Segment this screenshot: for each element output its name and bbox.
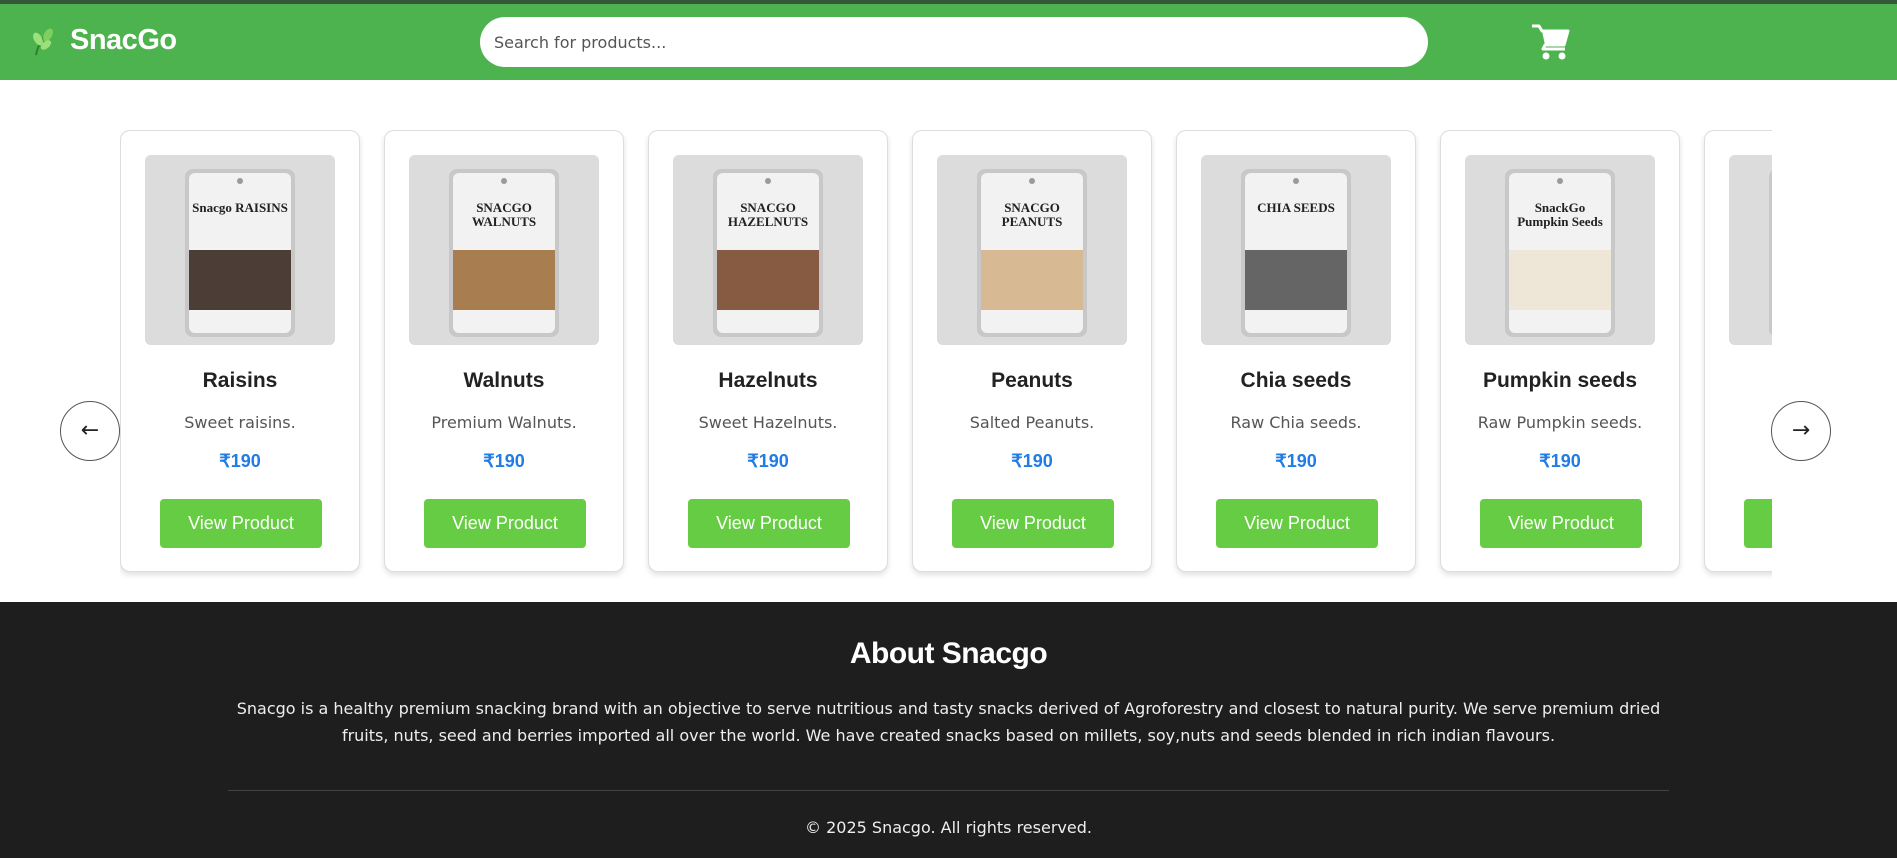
site-header: SnacGo (0, 4, 1897, 80)
product-price: ₹190 (1011, 451, 1053, 471)
product-image[interactable]: SNACGO HAZELNUTS (673, 155, 863, 345)
view-product-button[interactable]: View Product (1480, 499, 1642, 548)
product-price: ₹190 (483, 451, 525, 471)
about-title: About Snacgo (849, 637, 1048, 670)
product-pack-label: SNACGO HAZELNUTS (727, 200, 809, 229)
leaf-icon (33, 28, 53, 55)
carousel-track: Snacgo RAISINS Raisins Sweet raisins. ₹190 V… (120, 130, 1772, 580)
product-name: Pumpkin seeds (1482, 369, 1638, 392)
site-footer: About Snacgo Snacgo is a healthy premium… (0, 602, 1897, 858)
search-input[interactable] (480, 17, 1428, 67)
product-image[interactable]: SNACGO WALNUTS (409, 155, 599, 345)
product-card[interactable]: Snacgo RAISINS Raisins Sweet raisins. ₹190 V… (120, 130, 360, 572)
product-price: ₹190 (219, 451, 261, 471)
product-image[interactable]: CHIA SEEDS (1201, 155, 1391, 345)
view-product-button[interactable]: View Product (688, 499, 850, 548)
product-image[interactable]: SnackGo Pumpkin Seeds (1465, 155, 1655, 345)
footer-divider (228, 790, 1669, 791)
product-pack-graphic (145, 155, 335, 345)
product-card[interactable]: SNACGO WALNUTS Walnuts Premium Walnuts. ₹19… (384, 130, 624, 572)
product-name: Peanuts (991, 369, 1073, 392)
product-description: Salted Peanuts. (969, 413, 1095, 432)
product-carousel: Snacgo RAISINS Raisins Sweet raisins. ₹190 V… (0, 80, 1897, 602)
product-pack-label: Snacgo RAISINS (192, 200, 288, 215)
product-description: Sweet Hazelnuts. (698, 413, 838, 432)
product-price: ₹190 (1539, 451, 1581, 471)
product-pack-label: SNACGO PEANUTS (1001, 200, 1063, 229)
carousel-viewport: Snacgo RAISINS Raisins Sweet raisins. ₹190 V… (120, 130, 1772, 580)
product-description: Raw Pumpkin seeds. (1477, 413, 1643, 432)
product-card[interactable]: Raw View Product (1704, 130, 1772, 572)
view-product-button[interactable]: View Product (160, 499, 322, 548)
product-description: Premium Walnuts. (431, 413, 577, 432)
carousel-prev-button[interactable]: ← (60, 401, 120, 461)
product-image[interactable] (1729, 155, 1772, 345)
product-description: Raw Chia seeds. (1230, 413, 1362, 432)
view-product-button[interactable]: View Product (424, 499, 586, 548)
product-name: Chia seeds (1240, 369, 1352, 392)
product-pack-graphic (1201, 155, 1391, 345)
product-image[interactable]: SNACGO PEANUTS (937, 155, 1127, 345)
product-card[interactable]: CHIA SEEDS Chia seeds Raw Chia seeds. ₹190 V… (1176, 130, 1416, 572)
view-product-button[interactable]: View Product (952, 499, 1114, 548)
product-description: Sweet raisins. (184, 413, 296, 432)
product-pack-label: CHIA SEEDS (1257, 200, 1335, 215)
carousel-next-button[interactable]: → (1771, 401, 1831, 461)
product-pack-graphic (1729, 155, 1772, 345)
product-pack-label: SNACGO WALNUTS (471, 200, 537, 229)
product-price: ₹190 (747, 451, 789, 471)
product-price: ₹190 (1275, 451, 1317, 471)
product-name: Raisins (202, 369, 278, 392)
product-pack-graphic (937, 155, 1127, 345)
copyright: © 2025 Snacgo. All rights reserved. (805, 818, 1092, 837)
product-card[interactable]: SNACGO HAZELNUTS Hazelnuts Sweet Hazelnuts… (648, 130, 888, 572)
product-pack-label: SnackGo Pumpkin Seeds (1517, 200, 1603, 229)
view-product-button[interactable]: View Product (1216, 499, 1378, 548)
cart-icon[interactable] (1531, 23, 1571, 61)
brand-name: SnacGo (70, 24, 177, 56)
product-description: Raw (1705, 413, 1772, 432)
product-pack-graphic (1465, 155, 1655, 345)
about-text: Snacgo is a healthy premium snacking bra… (236, 699, 1661, 745)
product-card[interactable]: SNACGO PEANUTS Peanuts Salted Peanuts. ₹190… (912, 130, 1152, 572)
product-card[interactable]: SnackGo Pumpkin Seeds Pumpkin seeds Raw Pu… (1440, 130, 1680, 572)
product-pack-graphic (673, 155, 863, 345)
product-pack-graphic (409, 155, 599, 345)
product-image[interactable]: Snacgo RAISINS (145, 155, 335, 345)
view-product-button[interactable]: View Product (1744, 499, 1772, 548)
brand-logo[interactable]: SnacGo (30, 24, 177, 57)
product-name: Hazelnuts (718, 369, 818, 392)
product-name: Walnuts (463, 369, 545, 392)
